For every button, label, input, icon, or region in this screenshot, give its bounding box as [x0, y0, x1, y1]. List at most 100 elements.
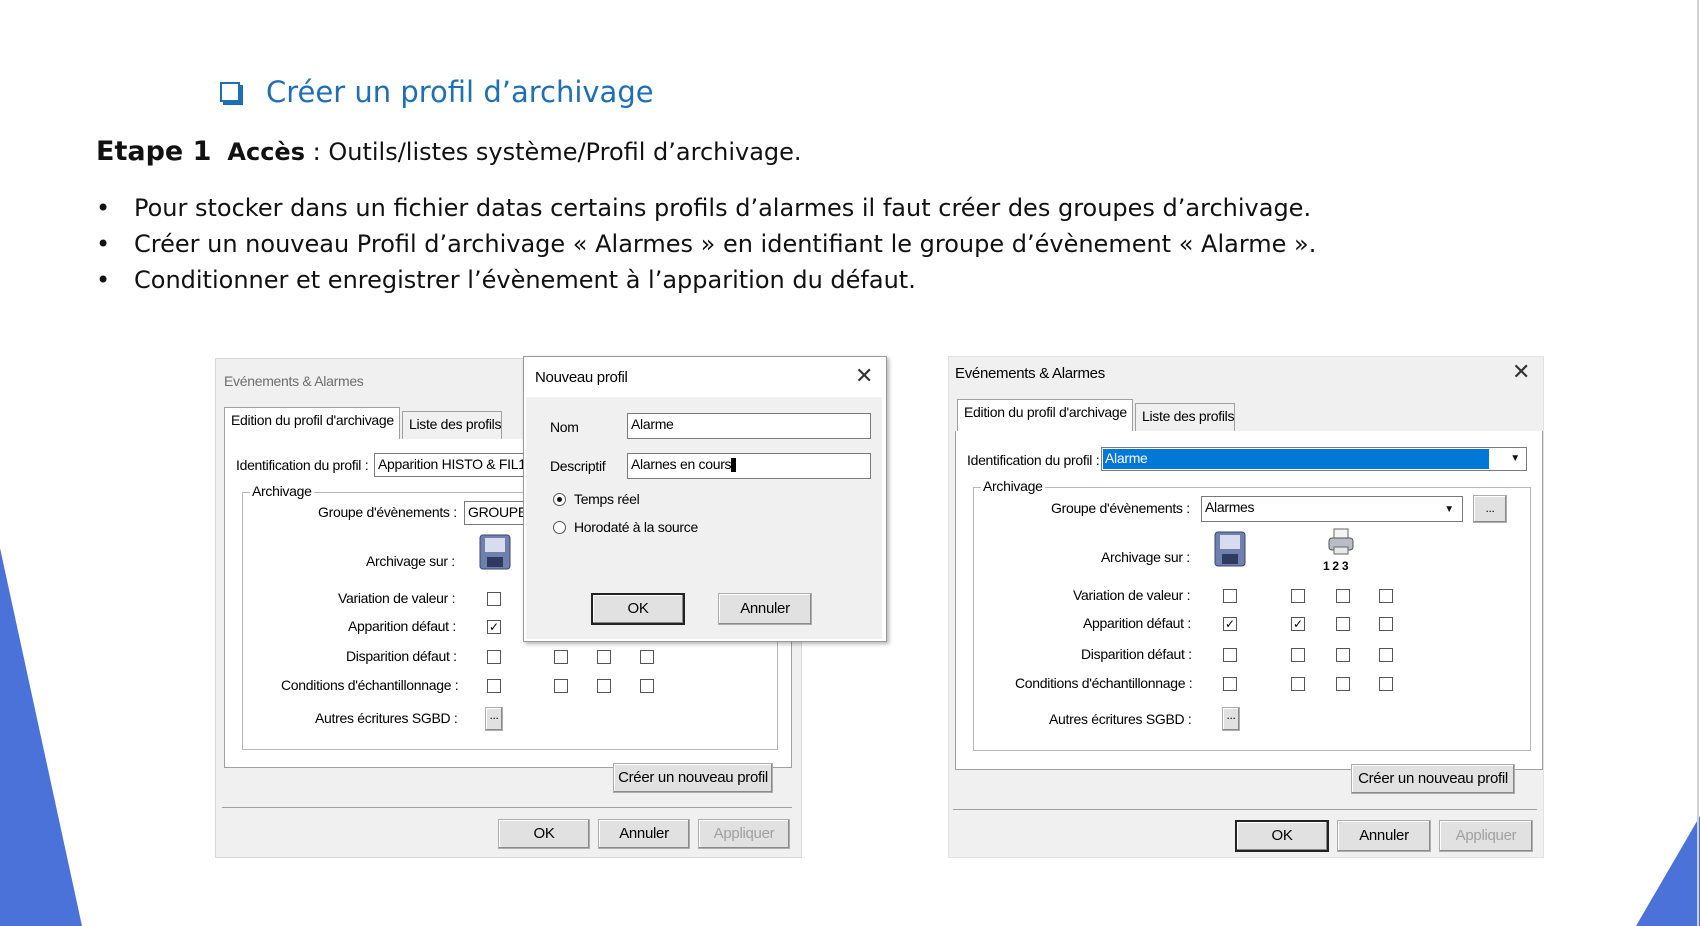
left-apply-button[interactable]: Appliquer	[698, 819, 790, 849]
right-groupe-value: Alarmes	[1205, 499, 1255, 515]
right-checkbox[interactable]	[1379, 648, 1393, 662]
right-checkbox[interactable]: ✓	[1223, 617, 1237, 631]
left-archivage-legend: Archivage	[250, 483, 314, 499]
radio-temps-reel-label: Temps réel	[574, 491, 640, 507]
right-checkbox[interactable]	[1291, 589, 1305, 603]
new-profile-ok-button[interactable]: OK	[591, 593, 685, 625]
left-checkbox[interactable]: ✓	[487, 620, 501, 634]
left-checkbox[interactable]	[487, 592, 501, 606]
left-create-profile-button[interactable]: Créer un nouveau profil	[613, 763, 773, 793]
right-cancel-button[interactable]: Annuler	[1337, 820, 1431, 852]
right-checkbox[interactable]	[1291, 677, 1305, 691]
right-groupe-dropdown[interactable]: Alarmes ▼	[1201, 496, 1463, 522]
acces-label: Accès	[227, 138, 305, 166]
left-cancel-button[interactable]: Annuler	[598, 819, 690, 849]
slide: Créer un profil d’archivage Etape 1 Accès…	[0, 0, 1700, 926]
right-autres-ellipsis-button[interactable]: ...	[1222, 707, 1240, 731]
acces-text: : Outils/listes système/Profil d’archiva…	[305, 138, 802, 166]
descriptif-label: Descriptif	[550, 458, 606, 474]
right-create-profile-button[interactable]: Créer un nouveau profil	[1351, 764, 1515, 794]
right-tab-liste[interactable]: Liste des profils	[1135, 403, 1235, 431]
bullet-dot: •	[96, 266, 111, 294]
radio-temps-reel[interactable]	[553, 493, 566, 506]
printer-numbers: 1 2 3	[1323, 559, 1349, 573]
right-checkbox[interactable]	[1291, 648, 1305, 662]
right-groupe-label: Groupe d'évènements :	[1051, 500, 1190, 516]
right-checkbox[interactable]	[1336, 677, 1350, 691]
left-footer-separator	[222, 807, 792, 808]
right-checkbox[interactable]	[1336, 589, 1350, 603]
right-row-label: Apparition défaut :	[1083, 615, 1191, 631]
text-cursor	[731, 458, 737, 473]
radio-horodate[interactable]	[553, 521, 566, 534]
new-profile-cancel-button[interactable]: Annuler	[718, 593, 812, 625]
checkbox-bullet-icon	[220, 82, 240, 102]
descriptif-input[interactable]: Alarnes en cours	[627, 453, 871, 479]
left-row-label: Disparition défaut :	[346, 648, 457, 664]
left-checkbox[interactable]	[597, 679, 611, 693]
right-archivage-sur-label: Archivage sur :	[1101, 549, 1190, 565]
radio-horodate-label: Horodaté à la source	[574, 519, 698, 535]
left-dialog-title: Evénements & Alarmes	[224, 373, 364, 389]
bullet-text: Conditionner et enregistrer l’évènement …	[134, 266, 916, 294]
right-id-label: Identification du profil :	[967, 452, 1100, 468]
right-groupe-ellipsis-button[interactable]: ...	[1473, 495, 1507, 523]
bullet-text: Créer un nouveau Profil d’archivage « Al…	[134, 230, 1317, 258]
right-autres-label: Autres écritures SGBD :	[1049, 711, 1192, 727]
left-groupe-field[interactable]: GROUPE	[464, 501, 524, 525]
bullet-item: • Pour stocker dans un fichier datas cert…	[96, 190, 1316, 226]
right-apply-button[interactable]: Appliquer	[1439, 820, 1533, 852]
left-id-field[interactable]: Apparition HISTO & FIL1	[374, 453, 524, 477]
slide-title: Créer un profil d’archivage	[266, 75, 654, 109]
close-icon[interactable]: ✕	[855, 363, 873, 389]
left-accent-triangle	[0, 548, 82, 926]
left-tab-liste[interactable]: Liste des profils	[402, 411, 502, 439]
right-accent-triangle	[1636, 816, 1700, 926]
right-checkbox[interactable]	[1379, 589, 1393, 603]
right-tab-edition[interactable]: Edition du profil d'archivage	[957, 399, 1133, 431]
left-row-label: Conditions d'échantillonnage :	[281, 677, 459, 693]
right-checkbox[interactable]	[1223, 677, 1237, 691]
right-checkbox[interactable]	[1379, 677, 1393, 691]
right-checkbox[interactable]	[1223, 648, 1237, 662]
left-checkbox[interactable]	[640, 679, 654, 693]
left-ok-button[interactable]: OK	[498, 819, 590, 849]
new-profile-title: Nouveau profil	[535, 369, 628, 386]
left-checkbox[interactable]	[640, 650, 654, 664]
descriptif-value: Alarnes en cours	[631, 456, 732, 472]
left-autres-label: Autres écritures SGBD :	[315, 710, 458, 726]
left-tab-edition[interactable]: Edition du profil d'archivage	[224, 407, 400, 439]
right-events-dialog: Evénements & Alarmes ✕ Edition du profil…	[948, 356, 1544, 858]
left-autres-ellipsis-button[interactable]: ...	[485, 707, 503, 731]
step-label: Etape 1	[96, 136, 212, 167]
left-id-label: Identification du profil :	[236, 457, 369, 473]
right-row-label: Disparition défaut :	[1081, 646, 1192, 662]
right-checkbox[interactable]	[1223, 589, 1237, 603]
right-checkbox[interactable]	[1336, 648, 1350, 662]
left-archivage-sur-label: Archivage sur :	[366, 553, 455, 569]
right-checkbox[interactable]: ✓	[1291, 617, 1305, 631]
nom-input[interactable]: Alarme	[627, 413, 871, 439]
printer-icon	[1328, 528, 1354, 555]
right-archivage-legend: Archivage	[981, 478, 1045, 494]
bullet-text: Pour stocker dans un fichier datas certa…	[134, 194, 1312, 222]
left-groupe-label: Groupe d'évènements :	[318, 504, 457, 520]
slide-title-row: Créer un profil d’archivage	[220, 72, 654, 112]
right-checkbox[interactable]	[1336, 617, 1350, 631]
right-checkbox[interactable]	[1379, 617, 1393, 631]
left-checkbox[interactable]	[554, 679, 568, 693]
new-profile-dialog: Nouveau profil ✕ Nom Alarme Descriptif A…	[523, 356, 887, 642]
left-checkbox[interactable]	[554, 650, 568, 664]
close-icon[interactable]: ✕	[1512, 359, 1530, 385]
bullet-item: • Créer un nouveau Profil d’archivage « A…	[96, 226, 1316, 262]
chevron-down-icon: ▼	[1510, 453, 1520, 464]
right-footer-separator	[953, 809, 1537, 810]
right-row-label: Variation de valeur :	[1073, 587, 1191, 603]
left-checkbox[interactable]	[487, 650, 501, 664]
left-checkbox[interactable]	[487, 679, 501, 693]
right-id-dropdown[interactable]: Alarme ▼	[1101, 447, 1527, 471]
left-row-label: Apparition défaut :	[348, 618, 456, 634]
right-ok-button[interactable]: OK	[1235, 820, 1329, 852]
chevron-down-icon: ▼	[1444, 504, 1454, 515]
left-checkbox[interactable]	[597, 650, 611, 664]
